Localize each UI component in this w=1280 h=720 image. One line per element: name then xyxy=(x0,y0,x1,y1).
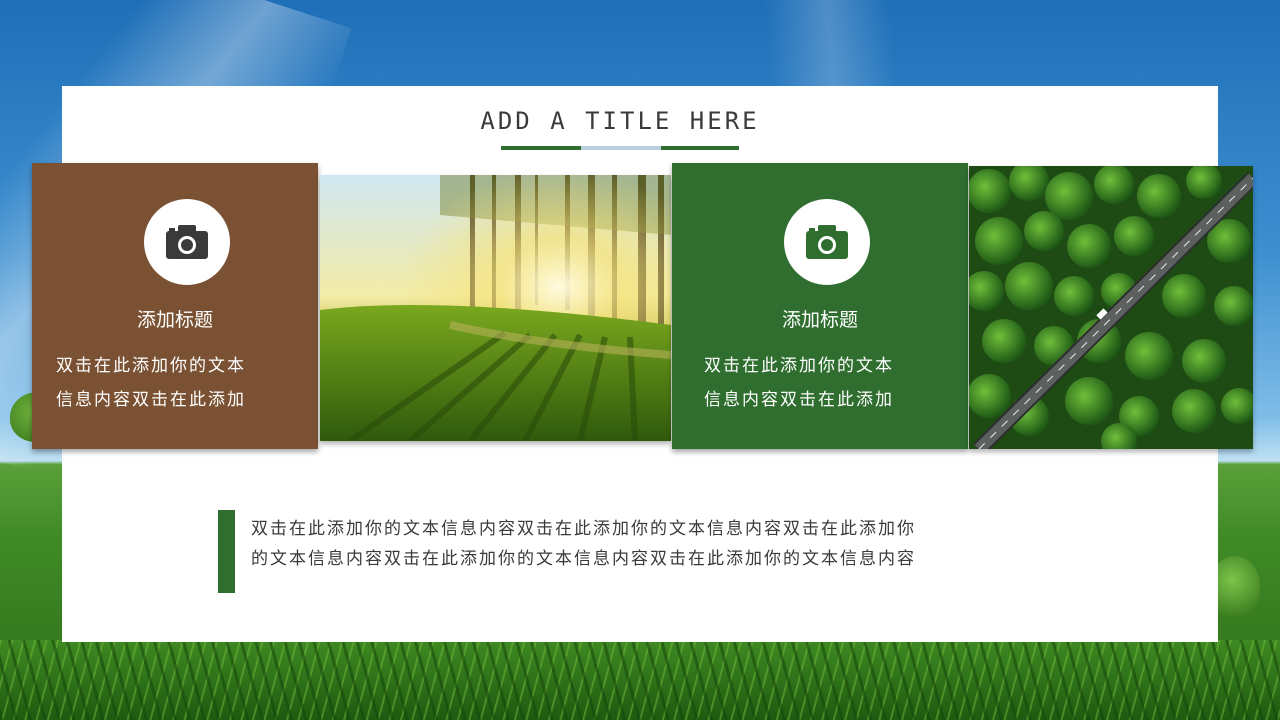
title-underline-middle xyxy=(581,146,661,150)
footer-accent-bar xyxy=(218,510,235,593)
title-underline-right xyxy=(661,146,739,150)
feature-card-green[interactable]: 添加标题 双击在此添加你的文本 信息内容双击在此添加 xyxy=(672,163,968,449)
card-title[interactable]: 添加标题 xyxy=(672,305,968,332)
icon-circle xyxy=(144,199,230,285)
footer-text-line[interactable]: 的文本信息内容双击在此添加你的文本信息内容双击在此添加你的文本信息内容 xyxy=(251,544,1051,574)
footer-text-line[interactable]: 双击在此添加你的文本信息内容双击在此添加你的文本信息内容双击在此添加你 xyxy=(251,514,1051,544)
aerial-road-image xyxy=(969,166,1253,449)
aerial-road-photo xyxy=(969,166,1253,449)
camera-icon xyxy=(166,225,208,259)
slide-title[interactable]: ADD A TITLE HERE xyxy=(0,107,1240,135)
card-body-line[interactable]: 信息内容双击在此添加 xyxy=(704,383,946,417)
slide: ADD A TITLE HERE 添加标题 双击在此添加你的文本 信息内容双击在… xyxy=(0,0,1280,720)
card-title[interactable]: 添加标题 xyxy=(32,305,318,332)
forest-sunlight-photo xyxy=(320,175,671,441)
title-underline-left xyxy=(501,146,581,150)
grass-foreground xyxy=(0,640,1280,720)
card-body-line[interactable]: 双击在此添加你的文本 xyxy=(704,349,946,383)
feature-card-brown[interactable]: 添加标题 双击在此添加你的文本 信息内容双击在此添加 xyxy=(32,163,318,449)
camera-icon xyxy=(806,225,848,259)
icon-circle xyxy=(784,199,870,285)
card-body-line[interactable]: 双击在此添加你的文本 xyxy=(56,349,298,383)
forest-sunlight-image xyxy=(320,175,671,441)
card-body-line[interactable]: 信息内容双击在此添加 xyxy=(56,383,298,417)
